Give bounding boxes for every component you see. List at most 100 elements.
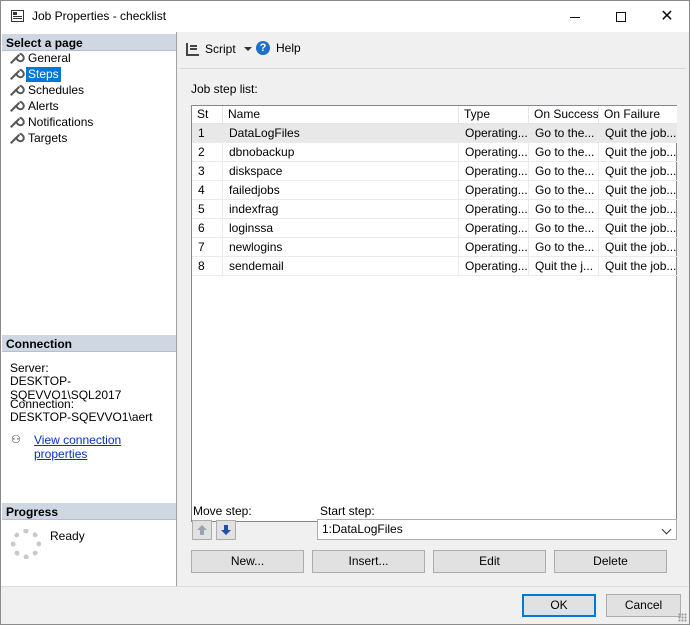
cell-step-number: 2 — [192, 143, 223, 162]
page-item-label: Schedules — [28, 83, 85, 97]
table-row[interactable]: 4 failedjobs Operating... Go to the... Quit … — [192, 181, 677, 200]
cell-step-name: diskspace — [223, 162, 459, 181]
page-item-targets[interactable]: Targets — [9, 131, 69, 146]
connection-label: Connection: — [10, 397, 75, 411]
view-connection-properties-link[interactable]: View connection properties — [34, 433, 176, 461]
cell-step-on-success: Go to the... — [529, 143, 599, 162]
wrench-icon — [9, 53, 21, 65]
table-row[interactable]: 5 indexfrag Operating... Go to the... Quit t… — [192, 200, 677, 219]
table-row[interactable]: 8 sendemail Operating... Quit the j... Quit … — [192, 257, 677, 276]
help-label: Help — [276, 41, 301, 55]
cell-step-on-success: Go to the... — [529, 181, 599, 200]
cell-step-on-success: Quit the j... — [529, 257, 599, 276]
maximize-button[interactable] — [598, 1, 644, 32]
cell-step-on-failure: Quit the job... — [599, 219, 677, 238]
wrench-icon — [9, 133, 21, 145]
column-header-on-success[interactable]: On Success — [529, 106, 599, 124]
cell-step-name: dbnobackup — [223, 143, 459, 162]
job-step-list-label: Job step list: — [191, 82, 258, 96]
resize-grip-icon[interactable] — [678, 613, 687, 622]
cell-step-type: Operating... — [459, 124, 529, 143]
cell-step-number: 1 — [192, 124, 223, 143]
start-step-select[interactable]: 1:DataLogFiles — [317, 519, 677, 540]
column-header-on-failure[interactable]: On Failure — [599, 106, 677, 124]
cell-step-on-success: Go to the... — [529, 162, 599, 181]
progress-status: Ready — [50, 529, 85, 543]
server-label: Server: — [10, 361, 49, 375]
table-row[interactable]: 1 DataLogFiles Operating... Go to the... Qui… — [192, 124, 677, 143]
cell-step-name: indexfrag — [223, 200, 459, 219]
table-row[interactable]: 3 diskspace Operating... Go to the... Quit t… — [192, 162, 677, 181]
cancel-button[interactable]: Cancel — [606, 594, 681, 617]
connection-properties-icon: ⚇ — [11, 434, 21, 446]
table-row[interactable]: 7 newlogins Operating... Go to the... Quit t… — [192, 238, 677, 257]
new-step-button[interactable]: New... — [191, 550, 304, 573]
cell-step-type: Operating... — [459, 257, 529, 276]
cell-step-on-success: Go to the... — [529, 124, 599, 143]
wrench-icon — [9, 117, 21, 129]
cell-step-type: Operating... — [459, 143, 529, 162]
cell-step-on-failure: Quit the job... — [599, 238, 677, 257]
script-button[interactable]: Script — [186, 42, 252, 56]
arrow-down-icon — [221, 525, 231, 535]
cell-step-type: Operating... — [459, 238, 529, 257]
select-page-header: Select a page — [2, 34, 176, 51]
cell-step-type: Operating... — [459, 200, 529, 219]
cell-step-name: newlogins — [223, 238, 459, 257]
delete-step-button[interactable]: Delete — [554, 550, 667, 573]
progress-spinner-icon — [11, 529, 41, 559]
toolbar-divider — [180, 68, 686, 69]
cell-step-name: loginssa — [223, 219, 459, 238]
close-button[interactable]: ✕ — [644, 1, 690, 32]
start-step-value: 1:DataLogFiles — [322, 522, 403, 536]
cell-step-number: 7 — [192, 238, 223, 257]
cell-step-on-failure: Quit the job... — [599, 124, 677, 143]
chevron-down-icon[interactable] — [243, 47, 252, 51]
start-step-label: Start step: — [320, 504, 375, 518]
minimize-button[interactable] — [552, 1, 598, 32]
help-button[interactable]: ? Help — [256, 41, 301, 55]
column-header-type[interactable]: Type — [459, 106, 529, 124]
table-row[interactable]: 2 dbnobackup Operating... Go to the... Quit … — [192, 143, 677, 162]
page-item-alerts[interactable]: Alerts — [9, 99, 61, 114]
page-item-label: Targets — [28, 131, 68, 145]
move-step-label: Move step: — [193, 504, 252, 518]
edit-step-button[interactable]: Edit — [433, 550, 546, 573]
cell-step-name: sendemail — [223, 257, 459, 276]
table-row[interactable]: 6 loginssa Operating... Go to the... Quit th… — [192, 219, 677, 238]
page-item-steps[interactable]: Steps — [9, 67, 61, 82]
chevron-down-icon — [661, 524, 672, 535]
window-icon — [11, 10, 24, 22]
wrench-icon — [9, 85, 21, 97]
cell-step-on-failure: Quit the job... — [599, 257, 677, 276]
close-icon: ✕ — [660, 8, 674, 25]
cell-step-name: failedjobs — [223, 181, 459, 200]
maximize-icon — [616, 12, 626, 23]
cell-step-type: Operating... — [459, 219, 529, 238]
arrow-up-icon — [197, 525, 207, 535]
job-properties-window: Job Properties - checklist ✕ Select a pa… — [0, 0, 690, 625]
left-pane: Select a page General Steps Schedules Al… — [1, 32, 177, 610]
cell-step-on-failure: Quit the job... — [599, 181, 677, 200]
ok-button[interactable]: OK — [522, 594, 596, 617]
page-item-schedules[interactable]: Schedules — [9, 83, 86, 98]
job-step-grid[interactable]: St Name Type On Success On Failure 1 Data… — [191, 105, 677, 522]
cell-step-type: Operating... — [459, 181, 529, 200]
cell-step-type: Operating... — [459, 162, 529, 181]
page-item-label: Alerts — [28, 99, 59, 113]
column-header-step[interactable]: St — [192, 106, 223, 124]
title-bar[interactable]: Job Properties - checklist ✕ — [1, 1, 689, 32]
page-item-notifications[interactable]: Notifications — [9, 115, 95, 130]
cell-step-number: 5 — [192, 200, 223, 219]
insert-step-button[interactable]: Insert... — [312, 550, 425, 573]
cell-step-on-failure: Quit the job... — [599, 143, 677, 162]
cell-step-name: DataLogFiles — [223, 124, 459, 143]
move-step-down-button[interactable] — [216, 520, 236, 540]
column-header-name[interactable]: Name — [223, 106, 459, 124]
cell-step-on-failure: Quit the job... — [599, 162, 677, 181]
cell-step-on-success: Go to the... — [529, 238, 599, 257]
script-label: Script — [205, 42, 236, 56]
wrench-icon — [9, 69, 21, 81]
page-item-general[interactable]: General — [9, 51, 73, 66]
move-step-up-button[interactable] — [192, 520, 212, 540]
